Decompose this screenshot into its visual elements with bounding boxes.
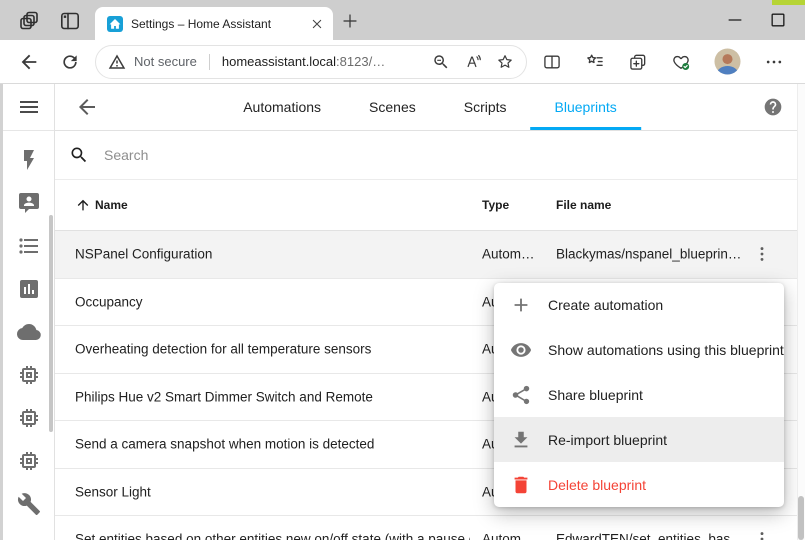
row-overflow-menu-icon[interactable] [752,244,772,264]
zoom-out-icon[interactable] [432,53,450,71]
blueprint-name: Occupancy [75,294,143,309]
read-aloud-icon[interactable] [464,53,482,71]
menu-item-label: Re-import blueprint [548,432,667,448]
sidebar-item-lists[interactable] [17,234,41,258]
new-tab-icon[interactable] [341,12,359,30]
share-icon [510,384,532,406]
download-icon [510,429,532,451]
blueprint-name: Send a camera snapshot when motion is de… [75,437,374,452]
tab-scripts[interactable]: Scripts [440,84,531,130]
menu-item-label: Share blueprint [548,387,643,403]
back-arrow-icon[interactable] [75,95,99,119]
sidebar-item-tools[interactable] [17,492,41,516]
url-path: :8123/… [336,54,385,69]
menu-item-show-automations-using-this-blueprint[interactable]: Show automations using this blueprint [494,328,784,373]
home-assistant-app: AutomationsScenesScriptsBlueprints Name … [0,84,805,540]
tab-title: Settings – Home Assistant [131,17,301,31]
sidebar-item-device-2[interactable] [17,406,41,430]
trash-icon [510,474,532,496]
blueprint-name: Set entities based on other entities new… [75,532,470,540]
column-header-name[interactable]: Name [75,197,128,213]
security-label: Not secure [134,54,197,69]
sort-ascending-icon [75,197,91,213]
plus-icon [510,294,532,316]
profile-avatar[interactable] [714,48,741,75]
menu-item-delete-blueprint[interactable]: Delete blueprint [494,462,784,507]
workspaces-icon[interactable] [17,9,41,33]
column-header-file-name[interactable]: File name [556,198,611,212]
search-icon [69,145,89,165]
minimize-icon[interactable] [721,10,749,30]
close-tab-icon[interactable] [309,16,325,32]
collections-icon[interactable] [628,52,648,72]
home-assistant-favicon [107,16,123,32]
menu-item-label: Delete blueprint [548,477,646,493]
help-icon[interactable] [763,97,783,117]
menu-item-label: Show automations using this blueprint [548,342,784,358]
ha-sidebar [3,84,55,540]
tab-actions-icon[interactable] [58,9,82,33]
menu-item-label: Create automation [548,297,663,313]
blueprints-page: AutomationsScenesScriptsBlueprints Name … [55,84,805,540]
tab-automations[interactable]: Automations [219,84,345,130]
favorites-hub-icon[interactable] [585,52,605,72]
refresh-icon[interactable] [60,52,80,72]
eye-icon [510,339,532,361]
tab-blueprints[interactable]: Blueprints [531,84,641,130]
page-scrollbar[interactable] [797,84,805,540]
blueprint-type: Autom… [482,532,535,540]
browser-tab[interactable]: Settings – Home Assistant [95,7,333,40]
menu-item-re-import-blueprint[interactable]: Re-import blueprint [494,417,784,462]
table-row[interactable]: Set entities based on other entities new… [55,516,805,540]
sidebar-item-energy[interactable] [17,148,41,172]
split-screen-icon[interactable] [542,52,562,72]
desktop-edge-strip [772,0,805,5]
menu-item-create-automation[interactable]: Create automation [494,283,784,328]
sidebar-item-device-1[interactable] [17,363,41,387]
blueprint-name: Sensor Light [75,484,151,499]
search-input[interactable] [102,146,422,164]
sidebar-item-history[interactable] [17,277,41,301]
table-row[interactable]: NSPanel Configuration Autom… Blackymas/nsp… [55,231,805,279]
sidebar-scrollbar[interactable] [49,215,53,432]
scrollbar-thumb[interactable] [798,496,804,540]
not-secure-warning-icon[interactable] [108,53,126,71]
browser-toolbar: Not secure homeassistant.local:8123/… [0,40,805,84]
blueprint-context-menu: Create automation Show automations using … [494,283,784,507]
blueprint-file-name: EdwardTEN/set_entities_bas… [556,532,744,540]
maximize-icon[interactable] [764,10,792,30]
sidebar-item-device-3[interactable] [17,449,41,473]
blueprint-type: Autom… [482,247,535,262]
url-host: homeassistant.local [222,54,336,69]
blueprint-name: Overheating detection for all temperatur… [75,342,371,357]
blueprint-file-name: Blackymas/nspanel_blueprin… [556,247,741,262]
table-header: Name Type File name [55,180,805,231]
page-url: homeassistant.local:8123/… [222,54,385,69]
blueprint-name: Philips Hue v2 Smart Dimmer Switch and R… [75,389,373,404]
sidebar-item-cloud[interactable] [17,320,41,344]
tab-scenes[interactable]: Scenes [345,84,440,130]
menu-item-share-blueprint[interactable]: Share blueprint [494,373,784,418]
address-bar[interactable]: Not secure homeassistant.local:8123/… [95,45,527,79]
favorite-star-icon[interactable] [496,53,514,71]
browser-titlebar: Settings – Home Assistant [0,0,805,40]
search-row [55,131,805,180]
browser-essentials-icon[interactable] [671,52,691,72]
row-overflow-menu-icon[interactable] [752,529,772,540]
blueprint-name: NSPanel Configuration [75,247,212,262]
address-divider [209,54,210,70]
hamburger-menu-icon[interactable] [17,95,41,119]
page-header: AutomationsScenesScriptsBlueprints [55,84,805,131]
column-header-type[interactable]: Type [482,198,509,212]
sidebar-item-assist[interactable] [17,191,41,215]
back-icon[interactable] [18,51,40,73]
more-menu-icon[interactable] [764,52,784,72]
